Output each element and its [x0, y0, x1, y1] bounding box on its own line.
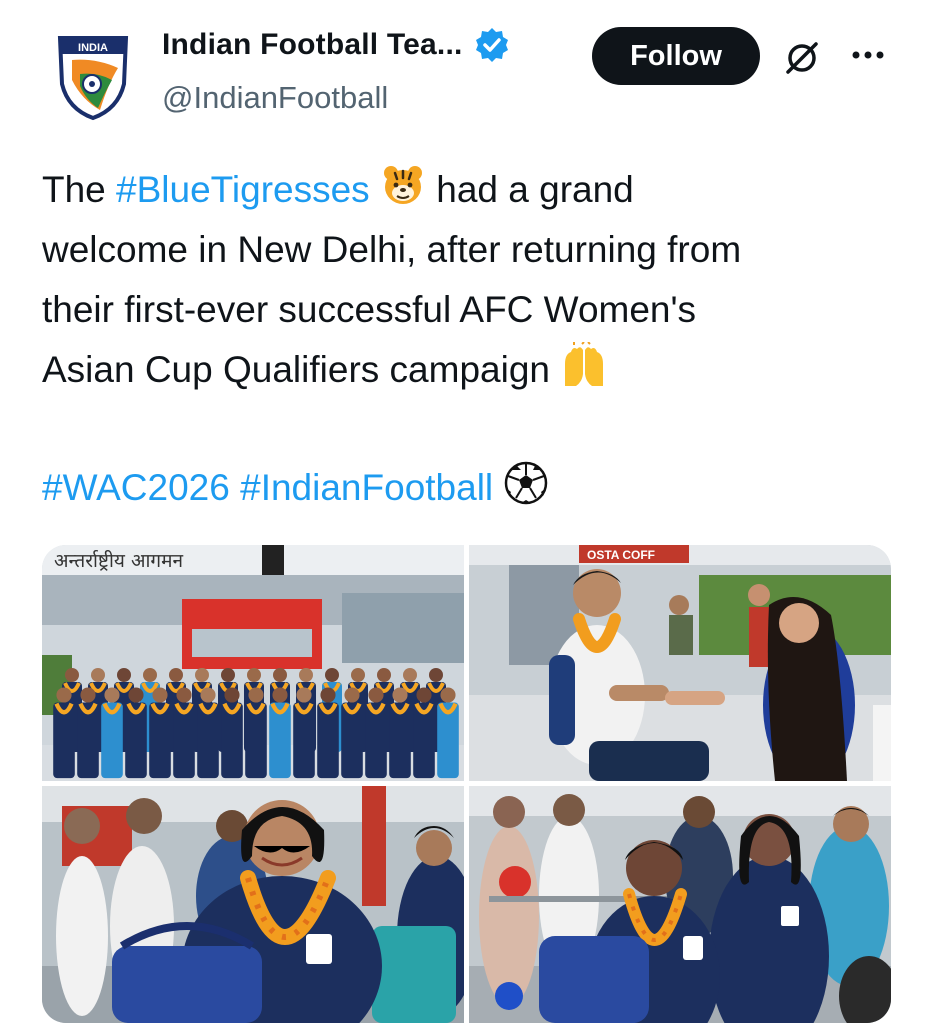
team-member-head: [368, 687, 384, 703]
follow-button[interactable]: Follow: [592, 27, 760, 85]
team-member-head: [176, 687, 192, 703]
team-member-head: [377, 668, 391, 682]
hashtag-link[interactable]: #IndianFootball: [240, 467, 493, 508]
team-member-head: [325, 668, 339, 682]
team-member-head: [152, 687, 168, 703]
logo-text: INDIA: [78, 42, 108, 54]
team-member-head: [56, 687, 72, 703]
photo-team-arrival[interactable]: अन्तर्राष्ट्रीय आगमन: [42, 545, 464, 781]
hashtag-link[interactable]: #BlueTigresses: [116, 169, 370, 210]
tweet-body: The #BlueTigresses had a grand welcome i…: [42, 160, 902, 400]
team-member-head: [247, 668, 261, 682]
media-grid: अन्तर्राष्ट्रीय आगमन OSTA COFF: [42, 545, 891, 1023]
text-segment: Asian Cup Qualifiers campaign: [42, 349, 550, 390]
team-member-head: [392, 687, 408, 703]
text-segment: had a grand: [425, 169, 634, 210]
team-member-head: [273, 668, 287, 682]
team-member-head: [117, 668, 131, 682]
team-member-head: [403, 668, 417, 682]
team-member-head: [440, 687, 456, 703]
avatar[interactable]: INDIA: [38, 14, 148, 124]
tweet-header: INDIA Indian Football Tea... @IndianFoot…: [0, 0, 933, 140]
team-member-head: [299, 668, 313, 682]
tweet-hashtags: #WAC2026 #IndianFootball: [42, 458, 549, 518]
team-member-head: [272, 687, 288, 703]
raising-hands-emoji-icon: [565, 342, 604, 386]
tweet-line-3: their first-ever successful AFC Women's: [42, 289, 697, 330]
team-member-head: [91, 668, 105, 682]
team-member-head: [104, 687, 120, 703]
arrival-sign-text: अन्तर्राष्ट्रीय आगमन: [54, 549, 183, 572]
team-member-head: [200, 687, 216, 703]
team-member-head: [344, 687, 360, 703]
team-member-head: [195, 668, 209, 682]
handle[interactable]: @IndianFootball: [162, 80, 388, 116]
grok-icon[interactable]: [782, 38, 822, 78]
tweet-line-2: welcome in New Delhi, after returning fr…: [42, 229, 742, 270]
team-member-head: [221, 668, 235, 682]
verified-badge-icon: [475, 28, 508, 62]
tiger-face-emoji-icon: [383, 166, 422, 204]
hashtag-link[interactable]: #WAC2026: [42, 467, 230, 508]
team-member-head: [320, 687, 336, 703]
cafe-sign-text: OSTA COFF: [587, 548, 655, 562]
tweet-line-1: The #BlueTigresses had a grand: [42, 160, 902, 220]
team-member-head: [128, 687, 144, 703]
team-member-head: [429, 668, 443, 682]
team-member-head: [143, 668, 157, 682]
tweet-line-4: Asian Cup Qualifiers campaign: [42, 340, 902, 400]
soccer-ball-emoji-icon: [505, 461, 548, 505]
text-segment: The: [42, 169, 117, 210]
photo-player-garland[interactable]: [42, 786, 464, 1023]
team-member-head: [80, 687, 96, 703]
team-member-head: [224, 687, 240, 703]
team-member-head: [351, 668, 365, 682]
team-member-head: [296, 687, 312, 703]
team-member-head: [416, 687, 432, 703]
photo-players-walking[interactable]: [469, 786, 891, 1023]
team-member-head: [65, 668, 79, 682]
aiff-logo-icon: INDIA: [57, 36, 129, 121]
team-member-head: [169, 668, 183, 682]
photo-coach-handshake[interactable]: OSTA COFF: [469, 545, 891, 781]
team-member-head: [248, 687, 264, 703]
more-options-icon[interactable]: [848, 40, 888, 70]
display-name[interactable]: Indian Football Tea...: [162, 28, 463, 62]
